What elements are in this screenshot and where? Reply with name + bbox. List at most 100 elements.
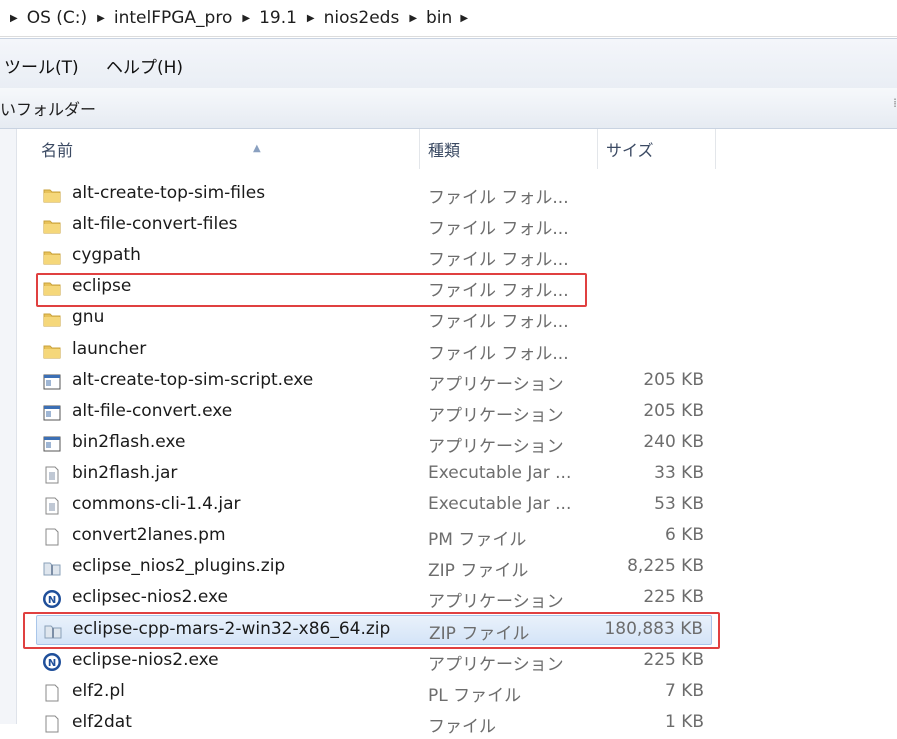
column-size-label: サイズ: [606, 141, 654, 160]
file-name: alt-create-top-sim-files: [72, 183, 266, 203]
folder-icon: [42, 247, 62, 267]
menu-bar: ツール(T) ヘルプ(H): [0, 38, 897, 93]
file-name: elf2.pl: [72, 680, 125, 701]
file-row[interactable]: eclipse_nios2_plugins.zip ZIP ファイル 8,225 K…: [36, 553, 712, 583]
file-row[interactable]: alt-create-top-sim-script.exe アプリケーション 205…: [36, 367, 712, 397]
file-row[interactable]: bin2flash.exe アプリケーション 240 KB: [36, 429, 712, 459]
breadcrumb-label: OS (C:): [26, 8, 88, 28]
jar-icon: [42, 465, 62, 485]
file-name: alt-file-convert.exe: [72, 400, 233, 421]
file-name: bin2flash.exe: [72, 431, 186, 452]
file-name: elf2dat: [72, 711, 132, 732]
column-type-label: 種類: [428, 141, 461, 160]
file-size: 53 KB: [654, 494, 704, 514]
toolbar: いフォルダー ⁞: [0, 88, 897, 129]
file-name: commons-cli-1.4.jar: [72, 494, 241, 514]
breadcrumb-separator-icon[interactable]: ▶: [97, 13, 105, 24]
file-type: ZIP ファイル: [428, 561, 529, 582]
file-row[interactable]: alt-file-convert-files ファイル フォル...: [36, 211, 712, 241]
column-size[interactable]: サイズ: [598, 129, 716, 169]
breadcrumb-label: bin: [426, 8, 453, 28]
file-row[interactable]: bin2flash.jar Executable Jar ... 33 KB: [36, 460, 712, 490]
file-type: ファイル フォル...: [428, 250, 569, 271]
file-type: アプリケーション: [428, 436, 564, 457]
file-row[interactable]: alt-create-top-sim-files ファイル フォル...: [36, 180, 712, 210]
file-row[interactable]: alt-file-convert.exe アプリケーション 205 KB: [36, 398, 712, 428]
file-type: Executable Jar ...: [428, 462, 572, 483]
file-size: 8,225 KB: [627, 556, 704, 577]
file-name: convert2lanes.pm: [72, 525, 226, 546]
file-name: eclipse: [72, 276, 132, 297]
file-row[interactable]: launcher ファイル フォル...: [36, 336, 712, 366]
file-type: PM ファイル: [428, 530, 527, 551]
breadcrumb-separator-icon[interactable]: ▶: [10, 13, 18, 24]
menu-help[interactable]: ヘルプ(H): [106, 53, 183, 78]
file-name: alt-create-top-sim-script.exe: [72, 369, 314, 390]
file-size: 6 KB: [664, 525, 704, 546]
file-type: Executable Jar ...: [428, 494, 572, 514]
breadcrumb-item[interactable]: ▶ OS (C:): [6, 8, 87, 28]
file-size: 205 KB: [643, 400, 704, 421]
breadcrumb-item[interactable]: ▶ bin: [405, 8, 452, 28]
file-type: ファイル フォル...: [428, 343, 569, 364]
navigation-pane-edge: [0, 129, 17, 724]
column-name[interactable]: 名前 ▲: [33, 129, 420, 169]
file-size: 205 KB: [643, 369, 704, 390]
file-row[interactable]: Neclipsec-nios2.exe アプリケーション 225 KB: [36, 584, 712, 614]
file-row[interactable]: commons-cli-1.4.jar Executable Jar ... 53 …: [36, 491, 712, 521]
folder-icon: [42, 278, 62, 298]
breadcrumb-label: 19.1: [259, 8, 297, 28]
breadcrumb-separator-icon[interactable]: ▶: [460, 13, 468, 24]
breadcrumb-label: nios2eds: [323, 8, 400, 28]
file-size: 180,883 KB: [604, 619, 703, 640]
nios-icon: N: [42, 652, 62, 672]
new-folder-button[interactable]: いフォルダー: [0, 96, 96, 120]
file-type: ファイル フォル...: [428, 188, 569, 208]
file-row[interactable]: convert2lanes.pm PM ファイル 6 KB: [36, 522, 712, 552]
file-type: ファイル フォル...: [428, 281, 569, 302]
file-name: gnu: [72, 307, 105, 328]
file-name: eclipse-cpp-mars-2-win32-x86_64.zip: [73, 619, 391, 640]
breadcrumb-separator-icon[interactable]: ▶: [409, 13, 417, 24]
breadcrumb-item[interactable]: ▶ intelFPGA_pro: [93, 8, 232, 28]
file-name: launcher: [72, 338, 147, 359]
file-row[interactable]: eclipse ファイル フォル...: [36, 273, 712, 303]
breadcrumb-item[interactable]: ▶ nios2eds: [303, 8, 399, 28]
folder-icon: [42, 216, 62, 236]
file-row[interactable]: cygpath ファイル フォル...: [36, 242, 712, 272]
file-type: アプリケーション: [428, 654, 564, 675]
menu-tools[interactable]: ツール(T): [4, 53, 79, 78]
column-name-label: 名前: [41, 141, 74, 160]
exe-icon: [42, 434, 62, 454]
toolbar-grip-icon: ⁞: [893, 96, 897, 110]
file-size: 33 KB: [654, 462, 704, 483]
file-size: 1 KB: [664, 711, 704, 732]
column-header: 名前 ▲ 種類 サイズ: [17, 129, 897, 169]
file-type: アプリケーション: [428, 374, 564, 395]
file-row[interactable]: gnu ファイル フォル...: [36, 304, 712, 334]
file-icon: [42, 683, 62, 703]
zip-icon: [42, 558, 62, 578]
file-row[interactable]: eclipse-cpp-mars-2-win32-x86_64.zip ZIP フ…: [36, 615, 712, 646]
svg-text:N: N: [48, 595, 56, 606]
breadcrumb-separator-icon[interactable]: ▶: [307, 13, 315, 24]
address-bar[interactable]: ▶ OS (C:) ▶ intelFPGA_pro ▶ 19.1 ▶ nios2eds ▶ bin…: [0, 0, 897, 37]
file-type: ファイル フォル...: [428, 219, 569, 240]
file-row[interactable]: elf2.pl PL ファイル 7 KB: [36, 678, 712, 708]
column-type[interactable]: 種類: [420, 129, 598, 169]
sort-ascending-icon: ▲: [253, 143, 261, 154]
exe-icon: [42, 372, 62, 392]
file-icon: [42, 527, 62, 547]
file-row[interactable]: Neclipse-nios2.exe アプリケーション 225 KB: [36, 647, 712, 677]
file-name: eclipse-nios2.exe: [72, 649, 219, 670]
breadcrumb-item[interactable]: ▶ 19.1: [238, 8, 297, 28]
file-name: alt-file-convert-files: [72, 214, 238, 235]
zip-icon: [43, 621, 63, 641]
svg-text:N: N: [48, 658, 56, 669]
file-type: PL ファイル: [428, 685, 522, 706]
file-type: アプリケーション: [428, 405, 564, 426]
jar-icon: [42, 496, 62, 516]
breadcrumb-separator-icon[interactable]: ▶: [242, 13, 250, 24]
file-size: 240 KB: [643, 431, 704, 452]
file-name: cygpath: [72, 245, 141, 266]
